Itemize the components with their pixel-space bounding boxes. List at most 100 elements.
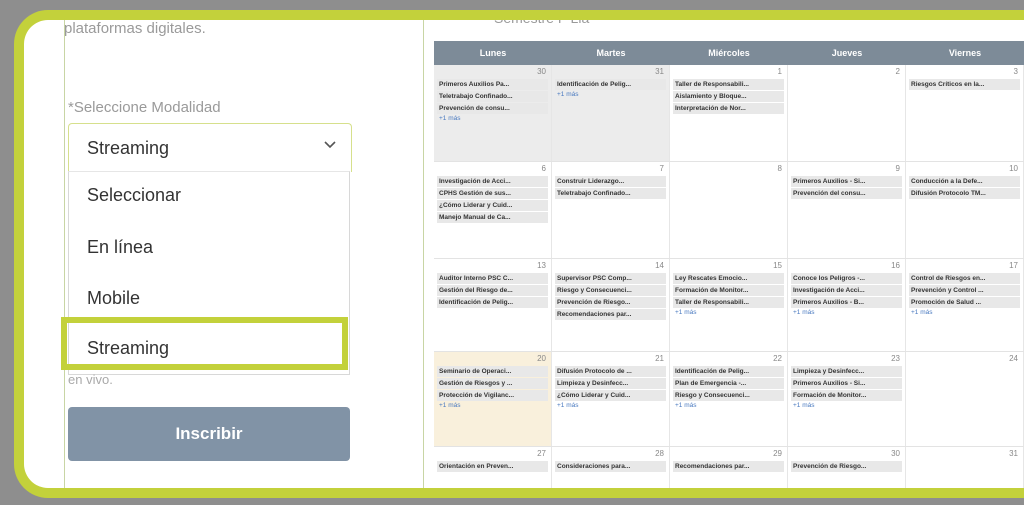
calendar-event[interactable]: Riesgo y Consecuenci... bbox=[673, 390, 784, 401]
calendar-event[interactable]: ¿Cómo Liderar y Cuid... bbox=[555, 390, 666, 401]
calendar-day-cell[interactable]: 9 Primeros Auxilios - Si... Prevención del… bbox=[788, 162, 906, 258]
calendar-event[interactable]: Formación de Monitor... bbox=[791, 390, 902, 401]
calendar-day-cell[interactable]: 29 Recomendaciones par... bbox=[670, 447, 788, 488]
chevron-down-icon[interactable] bbox=[323, 138, 337, 157]
calendar-event[interactable]: Conducción a la Defe... bbox=[909, 176, 1020, 187]
calendar-day-cell[interactable]: 8 bbox=[670, 162, 788, 258]
more-events-link[interactable]: +1 más bbox=[791, 402, 902, 409]
calendar-day-cell[interactable]: 22 Identificación de Pelig... Plan de Emer… bbox=[670, 352, 788, 446]
calendar-day-cell[interactable]: 15 Ley Rescates Emocio... Formación de Mon… bbox=[670, 259, 788, 351]
calendar-event[interactable]: Protección de Vigilanc... bbox=[437, 390, 548, 401]
option-seleccionar[interactable]: Seleccionar bbox=[87, 185, 181, 206]
calendar-event[interactable]: Auditor Interno PSC C... bbox=[437, 273, 548, 284]
calendar-event[interactable]: Limpieza y Desinfecc... bbox=[555, 378, 666, 389]
more-events-link[interactable]: +1 más bbox=[437, 115, 548, 122]
calendar-event[interactable]: Investigación de Acci... bbox=[437, 176, 548, 187]
more-events-link[interactable]: +1 más bbox=[555, 402, 666, 409]
calendar-day-cell[interactable]: 23 Limpieza y Desinfecc... Primeros Auxili… bbox=[788, 352, 906, 446]
calendar-event[interactable]: Limpieza y Desinfecc... bbox=[791, 366, 902, 377]
calendar-event[interactable]: Plan de Emergencia -... bbox=[673, 378, 784, 389]
day-number: 7 bbox=[659, 164, 664, 173]
calendar-week-row: 20 Seminario de Operaci... Gestión de Ries… bbox=[434, 352, 1024, 447]
modality-select[interactable]: Streaming bbox=[68, 123, 352, 172]
calendar-event[interactable]: Prevención de Riesgo... bbox=[555, 297, 666, 308]
calendar-day-cell[interactable]: 16 Conoce los Peligros -... Investigación … bbox=[788, 259, 906, 351]
more-events-link[interactable]: +1 más bbox=[791, 309, 902, 316]
calendar-event[interactable]: Prevención de consu... bbox=[437, 103, 548, 114]
calendar-event[interactable]: Formación de Monitor... bbox=[673, 285, 784, 296]
calendar-day-cell[interactable]: 6 Investigación de Acci... CPHS Gestión de… bbox=[434, 162, 552, 258]
calendar-event[interactable]: Ley Rescates Emocio... bbox=[673, 273, 784, 284]
more-events-link[interactable]: +1 más bbox=[673, 309, 784, 316]
calendar-day-cell[interactable]: 1 Taller de Responsabili... Aislamiento y … bbox=[670, 65, 788, 161]
calendar-event[interactable]: Interpretación de Nor... bbox=[673, 103, 784, 114]
calendar-event[interactable]: CPHS Gestión de sus... bbox=[437, 188, 548, 199]
calendar-event[interactable]: Promoción de Salud ... bbox=[909, 297, 1020, 308]
calendar-day-cell[interactable]: 24 bbox=[906, 352, 1024, 446]
calendar-event[interactable]: Taller de Responsabili... bbox=[673, 297, 784, 308]
calendar-event[interactable]: Identificación de Pelig... bbox=[555, 79, 666, 90]
calendar-event[interactable]: Recomendaciones par... bbox=[673, 461, 784, 472]
calendar-day-cell[interactable]: 20 Seminario de Operaci... Gestión de Ries… bbox=[434, 352, 552, 446]
calendar-day-cell[interactable]: 28 Consideraciones para... bbox=[552, 447, 670, 488]
calendar-event[interactable]: Manejo Manual de Ca... bbox=[437, 212, 548, 223]
calendar-event[interactable]: Gestión de Riesgos y ... bbox=[437, 378, 548, 389]
calendar-event[interactable]: Identificación de Pelig... bbox=[437, 297, 548, 308]
calendar-event[interactable]: Recomendaciones par... bbox=[555, 309, 666, 320]
more-events-link[interactable]: +1 más bbox=[437, 402, 548, 409]
day-number: 22 bbox=[773, 354, 782, 363]
calendar-event[interactable]: Identificación de Pelig... bbox=[673, 366, 784, 377]
calendar-day-cell[interactable]: 13 Auditor Interno PSC C... Gestión del Ri… bbox=[434, 259, 552, 351]
calendar-day-cell[interactable]: 21 Difusión Protocolo de ... Limpieza y De… bbox=[552, 352, 670, 446]
calendar-event[interactable]: Primeros Auxilios - Si... bbox=[791, 176, 902, 187]
calendar-day-cell[interactable]: 17 Control de Riesgos en... Prevención y C… bbox=[906, 259, 1024, 351]
calendar-event[interactable]: Supervisor PSC Comp... bbox=[555, 273, 666, 284]
calendar-event[interactable]: Teletrabajo Confinado... bbox=[437, 91, 548, 102]
calendar-event[interactable]: Primeros Auxilios - B... bbox=[791, 297, 902, 308]
calendar-event[interactable]: Investigación de Acci... bbox=[791, 285, 902, 296]
calendar-event[interactable]: Construir Liderazgo... bbox=[555, 176, 666, 187]
calendar-day-cell[interactable]: 14 Supervisor PSC Comp... Riesgo y Consecu… bbox=[552, 259, 670, 351]
calendar-event[interactable]: Prevención del consu... bbox=[791, 188, 902, 199]
option-en-linea[interactable]: En línea bbox=[87, 237, 153, 258]
calendar-event[interactable]: Primeros Auxilios - Si... bbox=[791, 378, 902, 389]
calendar-day-cell[interactable]: 31 Identificación de Pelig... +1 más bbox=[552, 65, 670, 161]
calendar-event[interactable]: Seminario de Operaci... bbox=[437, 366, 548, 377]
content-frame: plataformas digitales. *Seleccione Modal… bbox=[14, 10, 1024, 498]
calendar-day-cell[interactable]: 30 Prevención de Riesgo... bbox=[788, 447, 906, 488]
day-number: 9 bbox=[895, 164, 900, 173]
calendar-event[interactable]: Teletrabajo Confinado... bbox=[555, 188, 666, 199]
calendar-day-cell[interactable]: 10 Conducción a la Defe... Difusión Protoc… bbox=[906, 162, 1024, 258]
option-mobile[interactable]: Mobile bbox=[87, 288, 140, 309]
more-events-link[interactable]: +1 más bbox=[909, 309, 1020, 316]
day-number: 30 bbox=[537, 67, 546, 76]
calendar-event[interactable]: Difusión Protocolo de ... bbox=[555, 366, 666, 377]
inscribir-button[interactable]: Inscribir bbox=[68, 407, 350, 461]
calendar-event[interactable]: ¿Cómo Liderar y Cuid... bbox=[437, 200, 548, 211]
calendar-event[interactable]: Taller de Responsabili... bbox=[673, 79, 784, 90]
calendar-event[interactable]: Conoce los Peligros -... bbox=[791, 273, 902, 284]
calendar-day-cell[interactable]: 31 bbox=[906, 447, 1024, 488]
calendar-event[interactable]: Riesgos Críticos en la... bbox=[909, 79, 1020, 90]
selected-option-highlight bbox=[61, 317, 348, 370]
calendar-event[interactable]: Riesgo y Consecuenci... bbox=[555, 285, 666, 296]
calendar-day-cell[interactable]: 30 Primeros Auxilios Pa... Teletrabajo Con… bbox=[434, 65, 552, 161]
calendar-event[interactable]: Difusión Protocolo TM... bbox=[909, 188, 1020, 199]
calendar-event[interactable]: Prevención de Riesgo... bbox=[791, 461, 902, 472]
calendar-event[interactable]: Consideraciones para... bbox=[555, 461, 666, 472]
calendar-day-cell[interactable]: 2 bbox=[788, 65, 906, 161]
calendar-event[interactable]: Aislamiento y Bloque... bbox=[673, 91, 784, 102]
calendar-day-cell[interactable]: 7 Construir Liderazgo... Teletrabajo Confi… bbox=[552, 162, 670, 258]
calendar-event[interactable]: Prevención y Control ... bbox=[909, 285, 1020, 296]
calendar-event[interactable]: Orientación en Preven... bbox=[437, 461, 548, 472]
more-events-link[interactable]: +1 más bbox=[555, 91, 666, 98]
calendar-day-cell[interactable]: 27 Orientación en Preven... bbox=[434, 447, 552, 488]
calendar-event[interactable]: Control de Riesgos en... bbox=[909, 273, 1020, 284]
calendar-day-cell[interactable]: 3 Riesgos Críticos en la... bbox=[906, 65, 1024, 161]
calendar-event[interactable]: Gestión del Riesgo de... bbox=[437, 285, 548, 296]
day-header-jueves: Jueves bbox=[831, 48, 863, 58]
day-number: 10 bbox=[1009, 164, 1018, 173]
calendar-event[interactable]: Primeros Auxilios Pa... bbox=[437, 79, 548, 90]
day-number: 31 bbox=[655, 67, 664, 76]
more-events-link[interactable]: +1 más bbox=[673, 402, 784, 409]
